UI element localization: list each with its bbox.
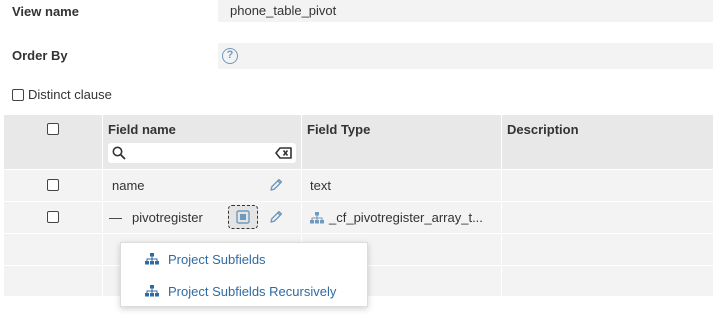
select-all-checkbox[interactable] — [47, 123, 59, 135]
collapse-toggle[interactable]: — — [109, 202, 122, 233]
field-type-header: Field Type — [302, 115, 502, 169]
select-all-header — [4, 115, 103, 169]
field-type: text — [310, 178, 331, 193]
row-select-cell — [4, 170, 103, 200]
field-name-header: Field name — [103, 115, 302, 169]
view-name-label: View name — [12, 4, 79, 19]
view-name-field[interactable]: phone_table_pivot — [218, 0, 713, 22]
table-row[interactable]: — pivotregister _cf_pivotregister_array_… — [4, 201, 713, 232]
field-name-cell: — pivotregister — [103, 202, 302, 232]
hierarchy-icon — [145, 285, 159, 297]
table-row[interactable]: name text — [4, 169, 713, 200]
hierarchy-icon — [310, 212, 324, 224]
help-icon[interactable]: ? — [222, 48, 238, 64]
hierarchy-icon — [145, 253, 159, 265]
field-name: pivotregister — [132, 210, 203, 225]
project-subfields-menu: Project Subfields Project Subfields Recu… — [120, 242, 368, 307]
order-by-field[interactable]: ? — [218, 43, 713, 69]
clear-search-icon[interactable] — [275, 147, 293, 159]
project-subfields-button[interactable] — [228, 205, 258, 229]
field-type-cell: _cf_pivotregister_array_t... — [302, 202, 502, 232]
menu-item-label: Project Subfields — [168, 252, 266, 267]
field-type: _cf_pivotregister_array_t... — [329, 210, 483, 225]
field-name-cell: name — [103, 170, 302, 200]
menu-item-label: Project Subfields Recursively — [168, 284, 337, 299]
menu-item-project-subfields-recursively[interactable]: Project Subfields Recursively — [121, 276, 367, 308]
edit-icon[interactable] — [268, 209, 284, 225]
menu-item-project-subfields[interactable]: Project Subfields — [121, 244, 367, 276]
field-search-input[interactable] — [108, 143, 296, 163]
row-checkbox[interactable] — [47, 211, 59, 223]
field-name: name — [112, 178, 145, 193]
row-checkbox[interactable] — [47, 179, 59, 191]
description-title: Description — [507, 122, 579, 137]
field-type-cell: text — [302, 170, 502, 200]
distinct-clause-option[interactable]: Distinct clause — [12, 87, 112, 102]
field-type-title: Field Type — [307, 122, 371, 137]
description-header: Description — [502, 115, 713, 169]
description-cell[interactable] — [502, 170, 713, 200]
description-cell[interactable] — [502, 202, 713, 232]
project-icon — [236, 210, 250, 224]
distinct-label: Distinct clause — [28, 87, 112, 102]
search-icon — [112, 146, 126, 160]
field-name-title: Field name — [108, 122, 176, 137]
distinct-checkbox[interactable] — [12, 88, 24, 101]
edit-icon[interactable] — [268, 177, 284, 193]
row-select-cell — [4, 202, 103, 232]
order-by-label: Order By — [12, 48, 68, 63]
